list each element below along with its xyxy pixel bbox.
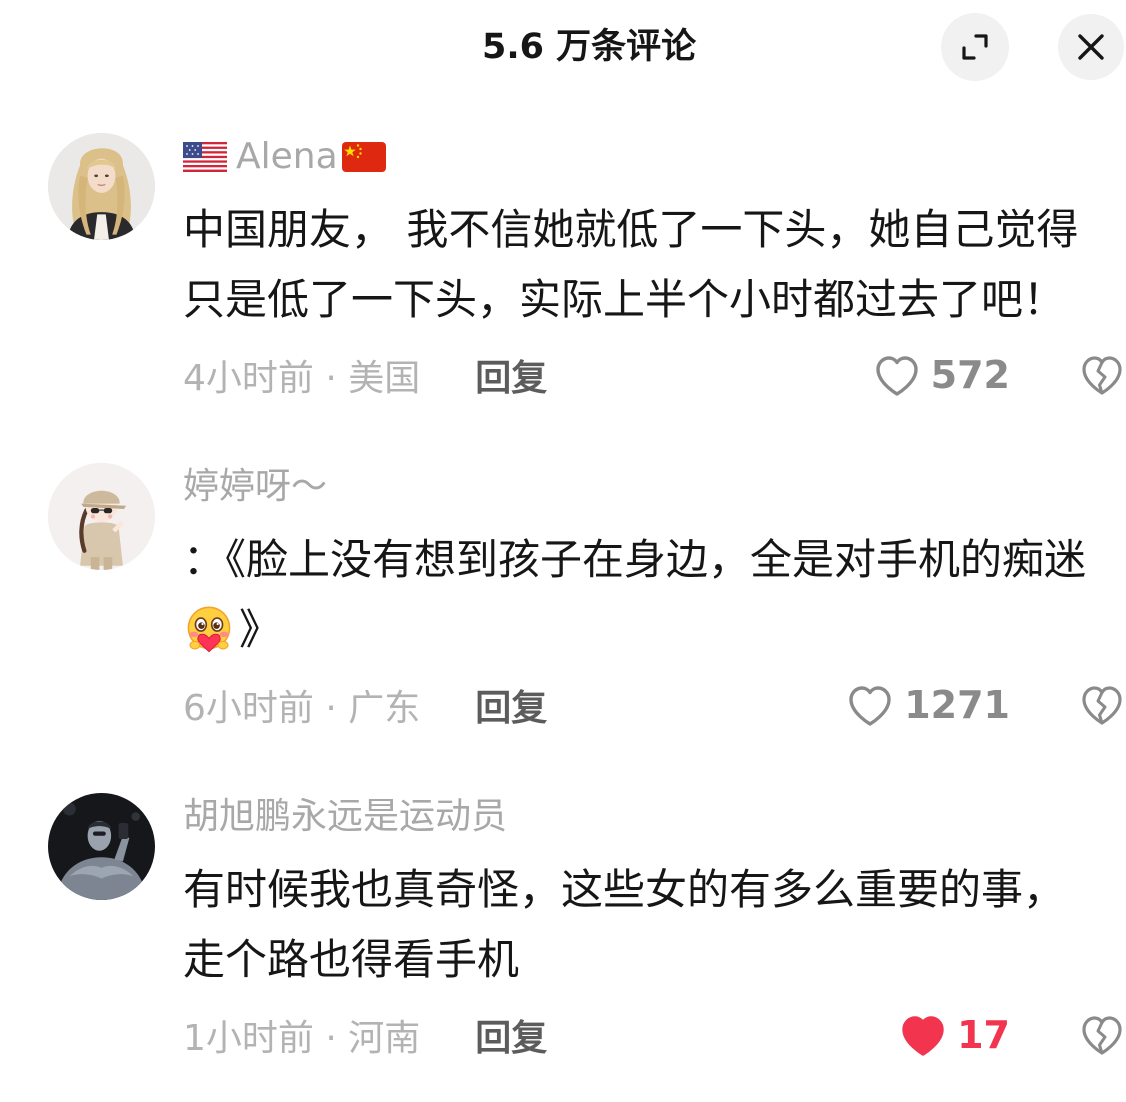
comment-text[interactable]: 中国朋友， 我不信她就低了一下头，她自己觉得 只是低了一下头，实际上半个小时都过…	[183, 195, 1120, 335]
comment-text-line: 中国朋友， 我不信她就低了一下头，她自己觉得	[183, 205, 1079, 254]
comment-list: Alena 中国朋友， 我不信她就低了一下头，她自己觉得 只是低了一下头，实际上…	[0, 133, 1126, 1060]
expand-icon	[962, 34, 988, 60]
like-button[interactable]: 17	[899, 1010, 1010, 1060]
like-count: 17	[957, 1013, 1010, 1057]
avatar-dark-photo-man	[48, 793, 155, 900]
us-flag-icon	[183, 142, 227, 172]
comment-text-line: 有时候我也真奇怪，这些女的有多么重要的事，	[183, 865, 1066, 914]
broken-heart-icon	[1082, 686, 1122, 725]
heart-outline-icon	[849, 686, 891, 726]
comments-header: 5.6 万条评论	[0, 0, 1126, 133]
username-text: Alena	[236, 136, 338, 177]
reply-button[interactable]: 回复	[475, 1009, 547, 1061]
like-button[interactable]: 1271	[846, 680, 1010, 730]
comment-text-line: ：《脸上没有想到孩子在身边，全是对手机的痴迷	[183, 535, 1087, 584]
like-count: 1271	[904, 683, 1010, 727]
heart-filled-icon	[902, 1016, 944, 1056]
like-count: 572	[930, 353, 1010, 397]
username[interactable]: 胡旭鹏永远是运动员	[183, 793, 1120, 841]
dislike-button[interactable]	[1080, 352, 1124, 398]
comment-text-line: 》	[183, 595, 1120, 665]
username[interactable]: Alena	[183, 133, 1120, 181]
comment-item: Alena 中国朋友， 我不信她就低了一下头，她自己觉得 只是低了一下头，实际上…	[0, 133, 1126, 400]
avatar[interactable]	[48, 463, 155, 570]
broken-heart-icon	[1082, 356, 1122, 395]
close-icon	[1078, 34, 1104, 60]
expand-button[interactable]	[941, 13, 1009, 81]
username-text: 婷婷呀～	[183, 466, 328, 507]
comment-text[interactable]: ：《脸上没有想到孩子在身边，全是对手机的痴迷 》	[183, 525, 1120, 665]
comment-text-line: 走个路也得看手机	[183, 935, 520, 984]
avatar[interactable]	[48, 133, 155, 240]
comment-text-fragment: 》	[239, 605, 282, 654]
reply-button[interactable]: 回复	[475, 349, 547, 401]
comment-count-title: 5.6 万条评论	[482, 27, 697, 67]
avatar-cartoon-girl	[48, 463, 155, 570]
dislike-button[interactable]	[1080, 682, 1124, 728]
comment-time-location: 1小时前 · 河南	[183, 1018, 421, 1059]
comment-item: 胡旭鹏永远是运动员 有时候我也真奇怪，这些女的有多么重要的事， 走个路也得看手机…	[0, 793, 1126, 1060]
username[interactable]: 婷婷呀～	[183, 463, 1120, 511]
blush-heart-emoji-icon	[187, 606, 231, 653]
avatar[interactable]	[48, 793, 155, 900]
comment-time-location: 4小时前 · 美国	[183, 358, 421, 399]
close-button[interactable]	[1058, 14, 1124, 80]
comment-text[interactable]: 有时候我也真奇怪，这些女的有多么重要的事， 走个路也得看手机	[183, 855, 1120, 995]
comment-time-location: 6小时前 · 广东	[183, 688, 421, 729]
reply-button[interactable]: 回复	[475, 679, 547, 731]
avatar-blonde-woman	[48, 133, 155, 240]
like-button[interactable]: 572	[873, 350, 1010, 400]
china-flag-icon	[341, 142, 386, 172]
dislike-button[interactable]	[1080, 1012, 1124, 1058]
comment-item: 婷婷呀～ ：《脸上没有想到孩子在身边，全是对手机的痴迷 》 6小时前 · 广东 …	[0, 463, 1126, 730]
comment-text-line: 只是低了一下头，实际上半个小时都过去了吧！	[183, 275, 1066, 324]
broken-heart-icon	[1082, 1016, 1122, 1055]
heart-outline-icon	[875, 356, 918, 396]
username-text: 胡旭鹏永远是运动员	[183, 796, 508, 837]
